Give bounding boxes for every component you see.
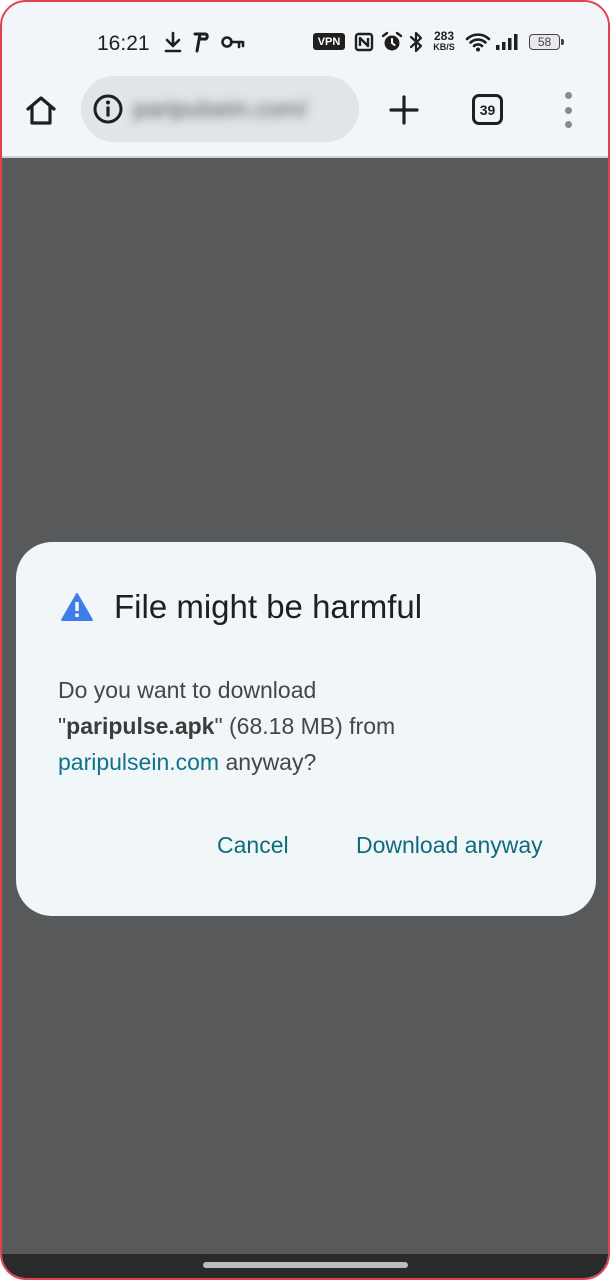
home-icon [26,96,56,125]
signal-icon [494,30,520,54]
tab-switcher-button[interactable]: 39 [472,94,503,125]
url-text: paripulsein.com/ [133,96,308,123]
message-prefix: Do you want to download [58,677,317,703]
key-icon [220,30,246,54]
status-bar: 16:21 VPN 283 KB/S 58 [2,2,608,74]
vpn-icon: VPN [313,33,345,50]
quote-open: " [58,713,67,739]
bluetooth-icon [406,30,426,54]
dialog-actions: Cancel Download anyway [16,828,596,868]
new-tab-button[interactable] [384,90,424,130]
download-anyway-button[interactable]: Download anyway [356,832,543,859]
file-size: (68.18 MB) from [222,713,396,739]
harmful-file-dialog: File might be harmful Do you want to dow… [16,542,596,916]
info-icon [93,94,123,124]
more-vert-icon[interactable] [558,92,578,128]
file-name: paripulse.apk [66,713,215,739]
alarm-icon [380,30,404,54]
plus-icon [389,95,419,125]
message-suffix: anyway? [219,749,317,775]
source-domain-link[interactable]: paripulsein.com [58,749,219,775]
dialog-header: File might be harmful [60,586,422,628]
dialog-message: Do you want to download "paripulse.apk" … [58,672,558,780]
address-bar[interactable]: paripulsein.com/ [81,76,359,142]
net-speed: 283 KB/S [433,29,455,52]
gesture-nav-bar [2,1254,608,1278]
nfc-icon [353,30,375,54]
clock: 16:21 [97,32,150,55]
dialog-title: File might be harmful [114,588,423,625]
p-app-icon [190,30,212,54]
page-info-button[interactable] [91,92,125,126]
battery-tip [561,39,564,45]
battery-icon: 58 [529,34,560,50]
browser-toolbar: paripulsein.com/ 39 [2,74,608,156]
home-gesture-handle[interactable] [203,1262,408,1268]
download-icon [162,30,184,54]
wifi-icon [464,30,492,54]
phone-frame: 16:21 VPN 283 KB/S 58 paripulsein.com/ 3… [0,0,610,1280]
home-button[interactable] [20,90,62,132]
warning-icon [61,593,93,621]
cancel-button[interactable]: Cancel [217,832,289,859]
quote-close: " [214,713,223,739]
